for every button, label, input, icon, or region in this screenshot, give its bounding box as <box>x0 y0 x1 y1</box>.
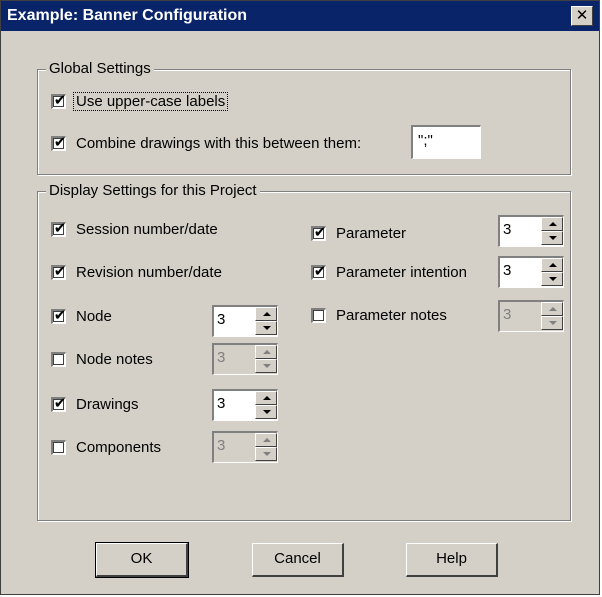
uppercase-labels-label: Use upper-case labels <box>73 91 229 111</box>
drawings-checkbox[interactable]: ✔ Drawings <box>51 393 139 415</box>
session-label: Session number/date <box>76 220 218 238</box>
combine-drawings-box[interactable]: ✔ <box>51 133 67 151</box>
spin-down-button <box>541 316 563 330</box>
drawings-label: Drawings <box>76 395 139 413</box>
arrow-up-icon <box>549 222 557 226</box>
arrow-down-icon <box>263 452 271 456</box>
session-checkbox[interactable]: ✔ Session number/date <box>51 218 218 240</box>
spin-up-button[interactable] <box>255 391 277 405</box>
components-checkbox[interactable]: Components <box>51 436 161 458</box>
ok-button[interactable]: OK <box>95 542 189 578</box>
check-icon: ✔ <box>53 262 67 280</box>
revision-checkbox[interactable]: ✔ Revision number/date <box>51 261 222 283</box>
cancel-button[interactable]: Cancel <box>252 543 344 577</box>
window-title: Example: Banner Configuration <box>7 7 248 24</box>
node-label: Node <box>76 307 112 325</box>
parameter-notes-spinner-value: 3 <box>503 306 512 323</box>
parameter-intention-checkbox[interactable]: ✔ Parameter intention <box>311 261 467 283</box>
node-notes-spinner-value: 3 <box>217 349 226 366</box>
combine-drawings-label: Combine drawings with this between them: <box>76 134 362 152</box>
parameter-intention-spinner-value: 3 <box>503 262 512 279</box>
drawings-spinner-value: 3 <box>217 395 226 412</box>
arrow-up-icon <box>263 396 271 400</box>
spin-down-button[interactable] <box>541 272 563 286</box>
node-box[interactable]: ✔ <box>51 306 67 324</box>
uppercase-labels-checkbox[interactable]: ✔ Use upper-case labels <box>51 90 229 112</box>
parameter-spinner-value: 3 <box>503 221 512 238</box>
spin-up-button[interactable] <box>255 307 277 321</box>
global-settings-legend: Global Settings <box>46 60 154 77</box>
arrow-up-icon <box>549 263 557 267</box>
node-notes-checkbox[interactable]: Node notes <box>51 348 153 370</box>
close-button[interactable]: ✕ <box>571 6 593 26</box>
node-spinner[interactable]: 3 <box>212 305 278 337</box>
spin-up-button <box>255 345 277 359</box>
node-notes-box[interactable] <box>51 351 66 367</box>
close-icon: ✕ <box>575 7 589 24</box>
drawings-box[interactable]: ✔ <box>51 394 67 412</box>
session-box[interactable]: ✔ <box>51 219 67 237</box>
spin-up-button <box>255 433 277 447</box>
spin-up-button[interactable] <box>541 217 563 231</box>
arrow-up-icon <box>263 312 271 316</box>
separator-value: ";" <box>418 132 433 149</box>
check-icon: ✔ <box>313 223 327 241</box>
parameter-intention-box[interactable]: ✔ <box>311 262 327 280</box>
spin-down-button[interactable] <box>255 405 277 419</box>
title-bar[interactable]: Example: Banner Configuration ✕ <box>1 1 599 31</box>
parameter-intention-label: Parameter intention <box>336 263 467 281</box>
uppercase-labels-box[interactable]: ✔ <box>51 91 67 109</box>
revision-label: Revision number/date <box>76 263 222 281</box>
display-settings-legend: Display Settings for this Project <box>46 182 260 199</box>
arrow-up-icon <box>263 438 271 442</box>
spin-down-button <box>255 359 277 373</box>
parameter-notes-box[interactable] <box>311 307 326 323</box>
help-button[interactable]: Help <box>406 543 498 577</box>
parameter-spinner[interactable]: 3 <box>498 215 564 247</box>
arrow-up-icon <box>549 307 557 311</box>
components-spinner-value: 3 <box>217 437 226 454</box>
components-spinner: 3 <box>212 431 278 463</box>
check-icon: ✔ <box>53 91 67 109</box>
node-notes-spinner: 3 <box>212 343 278 375</box>
node-notes-label: Node notes <box>76 350 153 368</box>
arrow-down-icon <box>263 326 271 330</box>
arrow-down-icon <box>263 364 271 368</box>
spin-down-button[interactable] <box>541 231 563 245</box>
check-icon: ✔ <box>53 306 67 324</box>
drawings-spinner[interactable]: 3 <box>212 389 278 421</box>
parameter-box[interactable]: ✔ <box>311 223 327 241</box>
parameter-label: Parameter <box>336 224 407 242</box>
check-icon: ✔ <box>53 394 67 412</box>
components-label: Components <box>76 438 162 456</box>
check-icon: ✔ <box>53 133 67 151</box>
revision-box[interactable]: ✔ <box>51 262 67 280</box>
separator-input[interactable]: ";" <box>411 125 481 159</box>
check-icon: ✔ <box>313 262 327 280</box>
arrow-down-icon <box>549 321 557 325</box>
parameter-notes-spinner: 3 <box>498 300 564 332</box>
check-icon: ✔ <box>53 219 67 237</box>
global-settings-group: Global Settings <box>37 60 571 175</box>
spin-up-button <box>541 302 563 316</box>
node-checkbox[interactable]: ✔ Node <box>51 305 112 327</box>
arrow-down-icon <box>549 236 557 240</box>
arrow-up-icon <box>263 350 271 354</box>
spin-down-button <box>255 447 277 461</box>
parameter-checkbox[interactable]: ✔ Parameter <box>311 222 406 244</box>
arrow-down-icon <box>549 277 557 281</box>
node-spinner-value: 3 <box>217 311 226 328</box>
components-box[interactable] <box>51 439 66 455</box>
parameter-notes-label: Parameter notes <box>336 306 447 324</box>
parameter-notes-checkbox[interactable]: Parameter notes <box>311 304 447 326</box>
combine-drawings-checkbox[interactable]: ✔ Combine drawings with this between the… <box>51 132 361 154</box>
spin-up-button[interactable] <box>541 258 563 272</box>
arrow-down-icon <box>263 410 271 414</box>
banner-configuration-dialog: Example: Banner Configuration ✕ Global S… <box>0 0 600 595</box>
parameter-intention-spinner[interactable]: 3 <box>498 256 564 288</box>
spin-down-button[interactable] <box>255 321 277 335</box>
